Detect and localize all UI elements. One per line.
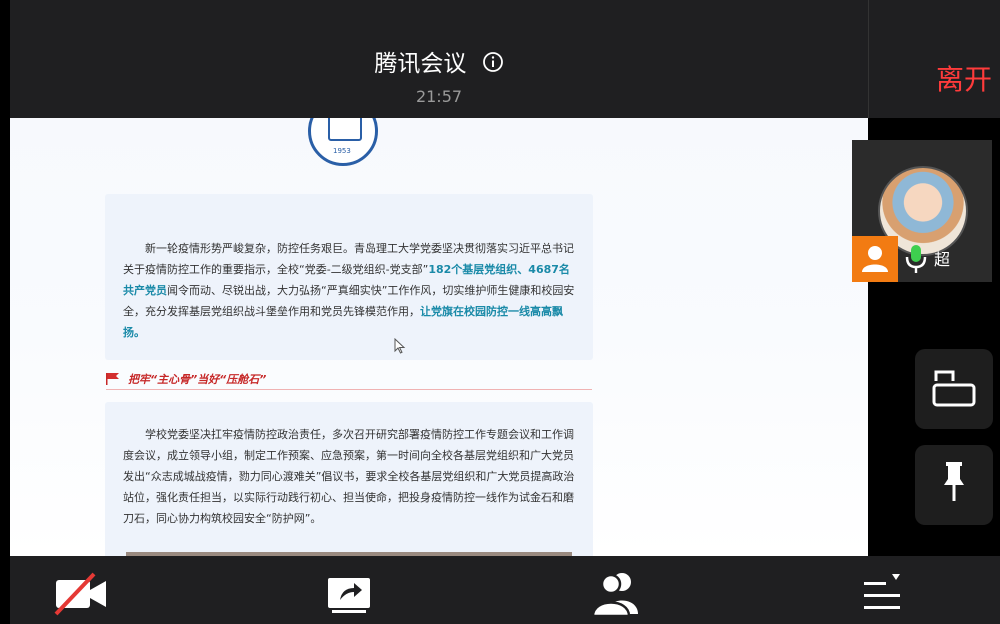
meeting-header: 腾讯会议 21:57: [10, 0, 868, 118]
more-menu-button[interactable]: [860, 570, 906, 616]
share-screen-icon: [328, 578, 370, 613]
shared-document: 1953 ◆ 新一轮疫情形势严峻复杂，防控任务艰巨。青岛理工大学党委坚决贯彻落实…: [10, 118, 868, 556]
camera-off-icon: [54, 572, 106, 616]
user-icon: [852, 236, 898, 282]
intro-card: 新一轮疫情形势严峻复杂，防控任务艰巨。青岛理工大学党委坚决贯彻落实习近平总书记关…: [105, 194, 593, 360]
meeting-title: 腾讯会议: [374, 51, 467, 77]
university-logo: 1953: [308, 118, 378, 166]
intro-paragraph: 新一轮疫情形势严峻复杂，防控任务艰巨。青岛理工大学党委坚决贯彻落实习近平总书记关…: [123, 238, 579, 343]
logo-year: 1953: [333, 147, 351, 155]
more-menu-icon: [864, 574, 900, 609]
shared-screen: 1953 ◆ 新一轮疫情形势严峻复杂，防控任务艰巨。青岛理工大学党委坚决贯彻落实…: [10, 118, 868, 556]
flag-icon: [106, 373, 119, 385]
section-card: 学校党委坚决扛牢疫情防控政治责任，多次召开研究部署疫情防控工作专题会议和工作调度…: [105, 402, 593, 556]
info-icon[interactable]: [482, 51, 504, 79]
participant-video-tile[interactable]: 超: [852, 140, 992, 282]
lock-rotation-button[interactable]: [915, 349, 993, 429]
participants-button[interactable]: [588, 570, 644, 618]
section-heading: 把牢“主心骨”当好“压舱石”: [106, 370, 592, 390]
share-screen-button[interactable]: [326, 570, 372, 616]
lock-rotation-icon: [932, 370, 976, 407]
pin-button[interactable]: [915, 445, 993, 525]
leave-button[interactable]: 离开: [936, 58, 992, 98]
pin-icon: [944, 462, 964, 501]
participant-status-bar: 超: [852, 236, 992, 282]
section-title: 把牢“主心骨”当好“压舱石”: [128, 373, 267, 386]
camera-toggle-button[interactable]: [52, 570, 110, 616]
section-paragraph: 学校党委坚决扛牢疫情防控政治责任，多次召开研究部署疫情防控工作专题会议和工作调度…: [123, 428, 575, 525]
meeting-clock: 21:57: [415, 87, 463, 106]
participant-name: 超: [934, 250, 951, 269]
mic-icon: [905, 245, 927, 273]
cursor-icon: [394, 338, 406, 354]
meeting-title-row[interactable]: 腾讯会议: [10, 44, 868, 79]
participants-icon: [591, 573, 638, 618]
meeting-toolbar: [10, 556, 1000, 624]
